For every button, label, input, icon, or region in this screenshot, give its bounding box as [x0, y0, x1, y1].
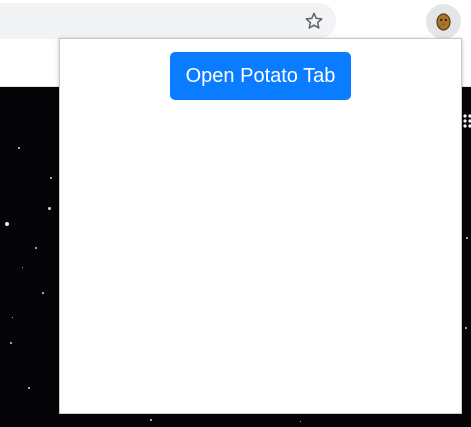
- star: [35, 247, 37, 249]
- star: [22, 267, 23, 268]
- star: [466, 237, 468, 239]
- address-bar[interactable]: [0, 3, 336, 39]
- star: [12, 317, 13, 318]
- potato-extension-button[interactable]: [426, 4, 461, 39]
- star: [10, 342, 12, 344]
- browser-window: Open Potato Tab: [0, 0, 471, 427]
- page-menu-dots-icon[interactable]: [462, 113, 471, 129]
- open-potato-tab-button[interactable]: Open Potato Tab: [170, 52, 351, 100]
- star: [300, 421, 301, 422]
- star: [5, 222, 9, 226]
- star: [18, 147, 20, 149]
- star: [42, 292, 44, 294]
- star: [28, 387, 30, 389]
- bookmark-star-icon[interactable]: [304, 11, 324, 31]
- star: [50, 177, 52, 179]
- potato-icon: [436, 13, 451, 31]
- star: [48, 207, 51, 210]
- star: [465, 327, 467, 329]
- extension-popup: Open Potato Tab: [59, 38, 462, 414]
- star: [150, 419, 152, 421]
- browser-toolbar: [0, 0, 471, 42]
